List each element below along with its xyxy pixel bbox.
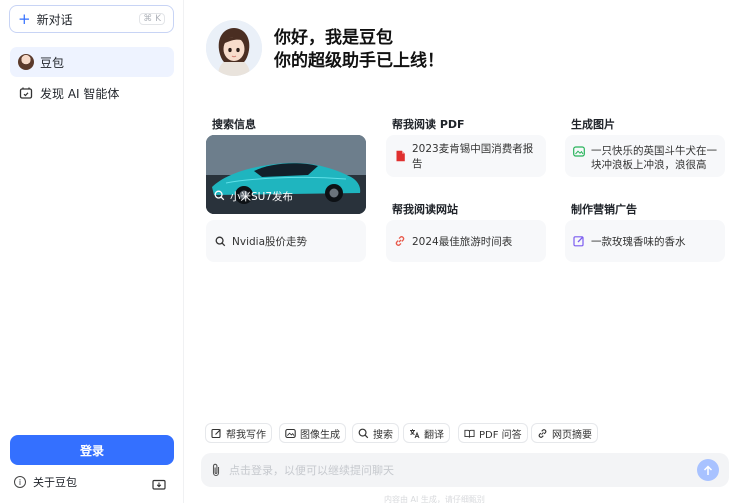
doubao-hero-avatar: [206, 20, 262, 76]
search-icon: [214, 235, 226, 247]
search-icon: [214, 190, 225, 204]
suggestion-card-nvidia[interactable]: Nvidia股价走势: [206, 220, 366, 262]
tool-button-web-summary[interactable]: 网页摘要: [531, 423, 598, 443]
tool-label: 网页摘要: [552, 429, 592, 441]
section-label-gen-image: 生成图片: [571, 118, 615, 131]
hero-line-1: 你好，我是豆包: [274, 28, 393, 48]
suggestion-card-travel[interactable]: 2024最佳旅游时间表: [386, 220, 546, 262]
discover-agent-icon: [18, 85, 34, 101]
new-chat-button[interactable]: + 新对话 ⌘ K: [9, 5, 174, 33]
caption-text: 小米SU7发布: [230, 191, 294, 203]
suggestion-card-perfume[interactable]: 一款玫瑰香味的香水: [565, 220, 725, 262]
translate-icon: [409, 428, 420, 439]
attachment-icon[interactable]: [211, 463, 221, 477]
card-text: Nvidia股价走势: [232, 235, 308, 248]
section-label-read-web: 帮我阅读网站: [392, 203, 458, 216]
image-card-caption: 小米SU7发布: [214, 189, 293, 204]
card-text-line-1: 一只快乐的英国斗牛犬在一: [591, 145, 717, 157]
section-label-marketing: 制作营销广告: [571, 203, 637, 216]
suggestion-card-gen-image[interactable]: 一只快乐的英国斗牛犬在一 块冲浪板上冲浪，浪很高: [565, 135, 725, 177]
ai-disclaimer: 内容由 AI 生成，请仔细甄别: [384, 495, 485, 503]
tool-button-pdf-qa[interactable]: PDF 问答: [458, 423, 528, 443]
link-icon: [537, 428, 548, 439]
app-window: + 新对话 ⌘ K 豆包 发现 AI 智能体 登录 i 关于豆包 你好，我是豆包…: [0, 0, 750, 503]
image-icon: [285, 428, 296, 439]
arrow-up-icon: [703, 464, 713, 475]
card-text: 一款玫瑰香味的香水: [591, 235, 686, 248]
hero-greeting: 你好，我是豆包 你的超级助手已上线！: [274, 27, 444, 73]
tool-label: 搜索: [373, 429, 393, 441]
card-text: 2023麦肯锡中国消费者报告: [412, 143, 534, 170]
tool-button-translate[interactable]: 翻译: [403, 423, 450, 443]
doubao-avatar-icon: [18, 54, 34, 70]
main-panel: 你好，我是豆包 你的超级助手已上线！ 搜索信息 帮我阅读 PDF 生成图片 帮我…: [184, 0, 750, 503]
new-chat-label: 新对话: [36, 12, 73, 27]
sidebar-item-label: 豆包: [40, 55, 65, 70]
tool-label: 翻译: [424, 429, 444, 441]
sidebar: + 新对话 ⌘ K 豆包 发现 AI 智能体 登录 i 关于豆包: [0, 0, 184, 503]
book-icon: [464, 428, 475, 439]
image-gen-icon: [573, 145, 585, 157]
sidebar-item-doubao[interactable]: 豆包: [10, 47, 174, 77]
suggestion-card-pdf-report[interactable]: 2023麦肯锡中国消费者报告: [386, 135, 546, 177]
shortcut-badge: ⌘ K: [139, 13, 165, 25]
about-link[interactable]: i 关于豆包: [14, 474, 77, 490]
tool-button-search[interactable]: 搜索: [352, 423, 399, 443]
chat-input[interactable]: [229, 463, 697, 477]
hero-line-2: 你的超级助手已上线！: [274, 51, 444, 71]
edit-icon: [573, 235, 585, 247]
pdf-icon: [394, 150, 406, 162]
tool-button-image-gen[interactable]: 图像生成: [279, 423, 346, 443]
download-app-icon[interactable]: [152, 476, 166, 490]
sidebar-item-discover-agent[interactable]: 发现 AI 智能体: [10, 78, 174, 108]
suggestion-card-xiaomi-su7[interactable]: 小米SU7发布: [206, 135, 366, 214]
chat-input-box: [201, 453, 729, 487]
plus-icon: +: [18, 9, 31, 28]
card-text-line-2: 块冲浪板上冲浪，浪很高: [591, 159, 707, 171]
link-icon: [394, 235, 406, 247]
section-label-search: 搜索信息: [212, 118, 256, 131]
section-label-read-pdf: 帮我阅读 PDF: [392, 118, 465, 131]
search-icon: [358, 428, 369, 439]
info-icon: i: [14, 476, 26, 488]
sidebar-item-label: 发现 AI 智能体: [40, 86, 120, 101]
tool-label: 图像生成: [300, 429, 340, 441]
tool-button-write[interactable]: 帮我写作: [205, 423, 272, 443]
login-button[interactable]: 登录: [10, 435, 174, 465]
send-button[interactable]: [697, 459, 719, 481]
edit-icon: [211, 428, 222, 439]
tool-label: PDF 问答: [479, 429, 522, 441]
card-text: 2024最佳旅游时间表: [412, 235, 513, 248]
about-label: 关于豆包: [33, 476, 77, 489]
tool-label: 帮我写作: [226, 429, 266, 441]
card-text: 一只快乐的英国斗牛犬在一 块冲浪板上冲浪，浪很高: [591, 144, 717, 172]
